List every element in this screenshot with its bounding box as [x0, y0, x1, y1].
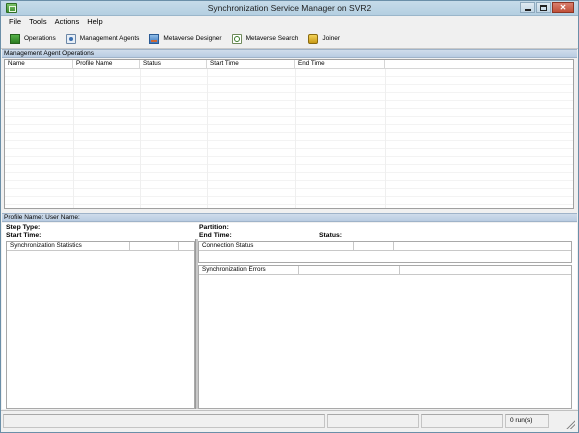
- metaverse-designer-icon: [149, 33, 160, 44]
- joiner-button[interactable]: Joiner: [305, 31, 347, 47]
- maximize-button[interactable]: [536, 2, 551, 13]
- status-bar: 0 run(s): [1, 410, 578, 432]
- column-profile-name[interactable]: Profile Name: [73, 60, 140, 68]
- sync-errors-panel[interactable]: Synchronization Errors: [198, 265, 572, 409]
- grid-divider: [140, 69, 141, 208]
- grid-divider: [207, 69, 208, 208]
- sync-errors-header: Synchronization Errors: [199, 266, 571, 275]
- column-start-time[interactable]: Start Time: [207, 60, 295, 68]
- metaverse-search-button[interactable]: Metaverse Search: [229, 31, 306, 47]
- menu-help[interactable]: Help: [83, 16, 106, 28]
- profile-bar: Profile Name: User Name:: [2, 213, 577, 222]
- grid-divider: [73, 69, 74, 208]
- start-time-label: Start Time:: [6, 232, 42, 239]
- close-button[interactable]: ✕: [552, 2, 574, 13]
- minimize-icon: [524, 8, 531, 11]
- column-status[interactable]: Status: [140, 60, 207, 68]
- sync-statistics-header: Synchronization Statistics: [7, 242, 194, 251]
- metaverse-search-label: Metaverse Search: [245, 35, 299, 42]
- management-agents-label: Management Agents: [79, 35, 140, 42]
- operations-grid: [5, 69, 573, 208]
- status-cell: [421, 414, 503, 428]
- step-type-label: Step Type:: [6, 224, 41, 231]
- metaverse-search-icon: [231, 33, 242, 44]
- operations-list[interactable]: Name Profile Name Status Start Time End …: [4, 59, 574, 209]
- run-count: 0 run(s): [505, 414, 549, 428]
- operations-section-header: Management Agent Operations: [2, 49, 577, 58]
- close-icon: ✕: [559, 2, 567, 12]
- title-bar[interactable]: Synchronization Service Manager on SVR2 …: [1, 1, 578, 16]
- operations-column-headers: Name Profile Name Status Start Time End …: [5, 60, 573, 69]
- management-agents-button[interactable]: Management Agents: [63, 31, 147, 47]
- status-label: Status:: [319, 232, 343, 239]
- joiner-icon: [308, 33, 319, 44]
- toolbar: Operations Management Agents Metaverse D…: [1, 29, 578, 49]
- operations-label: Operations: [24, 35, 56, 42]
- resize-grip-icon[interactable]: [566, 420, 575, 429]
- sync-errors-col: [299, 266, 400, 274]
- grid-divider: [295, 69, 296, 208]
- status-cell: [3, 414, 325, 428]
- app-window: Synchronization Service Manager on SVR2 …: [0, 0, 579, 433]
- management-agents-icon: [65, 33, 76, 44]
- sync-statistics-title: Synchronization Statistics: [7, 242, 130, 250]
- status-cell: [327, 414, 419, 428]
- connection-status-header: Connection Status: [199, 242, 571, 251]
- connection-status-panel[interactable]: Connection Status: [198, 241, 572, 263]
- operations-button[interactable]: Operations: [7, 31, 63, 47]
- maximize-icon: [540, 4, 547, 11]
- menu-file[interactable]: File: [5, 16, 25, 28]
- menu-bar: File Tools Actions Help: [1, 16, 578, 28]
- connection-status-col: [354, 242, 394, 250]
- grid-divider: [385, 69, 386, 208]
- connection-status-title: Connection Status: [199, 242, 354, 250]
- sync-statistics-col: [130, 242, 179, 250]
- minimize-button[interactable]: [520, 2, 535, 13]
- sync-errors-title: Synchronization Errors: [199, 266, 299, 274]
- operations-icon: [10, 33, 20, 44]
- sync-statistics-panel[interactable]: Synchronization Statistics: [6, 241, 195, 409]
- menu-actions[interactable]: Actions: [51, 16, 84, 28]
- column-name[interactable]: Name: [5, 60, 73, 68]
- window-title: Synchronization Service Manager on SVR2: [207, 3, 372, 13]
- metaverse-designer-label: Metaverse Designer: [163, 35, 222, 42]
- end-time-label: End Time:: [199, 232, 232, 239]
- partition-label: Partition:: [199, 224, 229, 231]
- window-controls: ✕: [520, 2, 574, 14]
- metaverse-designer-button[interactable]: Metaverse Designer: [146, 31, 228, 47]
- column-end-time[interactable]: End Time: [295, 60, 385, 68]
- joiner-label: Joiner: [322, 35, 341, 42]
- menu-tools[interactable]: Tools: [25, 16, 51, 28]
